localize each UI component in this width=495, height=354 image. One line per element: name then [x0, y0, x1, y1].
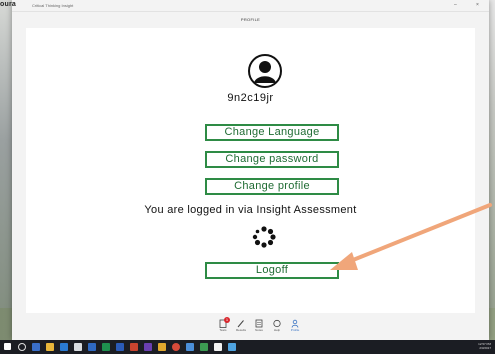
- store-icon[interactable]: [74, 343, 82, 351]
- file-explorer-icon[interactable]: [46, 343, 54, 351]
- annotation-arrow: [330, 203, 492, 270]
- excel-icon[interactable]: [102, 343, 110, 351]
- windows-taskbar: 12:57 PM 2/3/2017: [0, 340, 495, 354]
- app-icon-folder[interactable]: [158, 343, 166, 351]
- onenote-icon[interactable]: [144, 343, 152, 351]
- clock-date: 2/3/2017: [479, 346, 491, 350]
- screen: oura Critical Thinking Insight – × PROFI…: [0, 0, 495, 354]
- powerpoint-icon[interactable]: [130, 343, 138, 351]
- word-icon[interactable]: [116, 343, 124, 351]
- task-view-icon[interactable]: [32, 343, 40, 351]
- app-icon-green[interactable]: [200, 343, 208, 351]
- mail-icon[interactable]: [88, 343, 96, 351]
- windows-start-icon[interactable]: [4, 343, 11, 350]
- app-icon-blue[interactable]: [186, 343, 194, 351]
- chrome-icon[interactable]: [172, 343, 180, 351]
- search-icon[interactable]: [18, 343, 26, 351]
- edge-icon[interactable]: [60, 343, 68, 351]
- system-clock[interactable]: 12:57 PM 2/3/2017: [478, 342, 491, 350]
- app-icon-white[interactable]: [214, 343, 222, 351]
- app-icon-insight[interactable]: [228, 343, 236, 351]
